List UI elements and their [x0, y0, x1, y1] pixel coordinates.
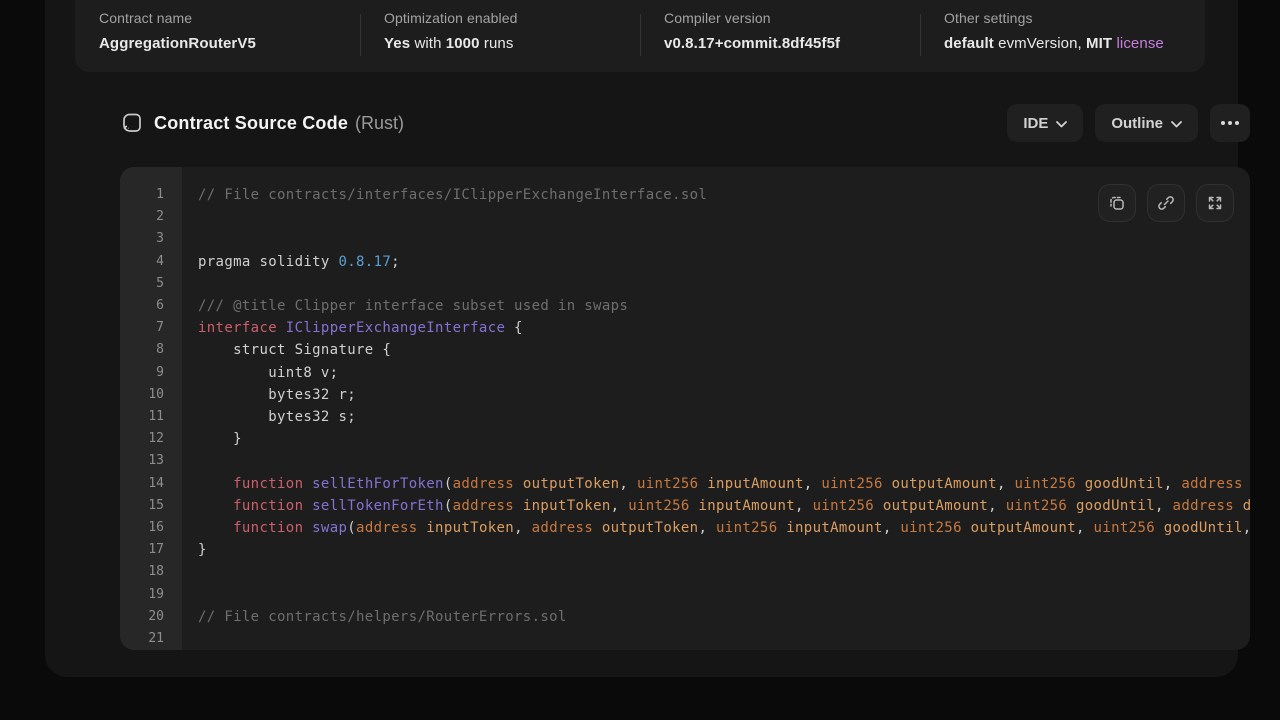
line-number: 13: [120, 450, 164, 472]
line-number: 19: [120, 584, 164, 606]
line-number: 11: [120, 406, 164, 428]
outline-button-label: Outline: [1111, 115, 1163, 132]
contract-meta-card: Contract name AggregationRouterV5 Optimi…: [75, 0, 1205, 72]
section-title: Contract Source Code: [154, 113, 348, 134]
code-line: interface IClipperExchangeInterface {: [198, 317, 1250, 339]
line-number: 3: [120, 228, 164, 250]
code-line: [198, 628, 1250, 650]
meta-other-settings: Other settings default evmVersion, MIT l…: [920, 0, 1205, 72]
code-line: function sellEthForToken(address outputT…: [198, 473, 1250, 495]
line-number: 21: [120, 628, 164, 650]
code-line: // File contracts/interfaces/IClipperExc…: [198, 184, 1250, 206]
code-line: [198, 206, 1250, 228]
line-number: 12: [120, 428, 164, 450]
code-line: pragma solidity 0.8.17;: [198, 251, 1250, 273]
code-actions: [1098, 184, 1234, 222]
line-number: 15: [120, 495, 164, 517]
meta-optimization: Optimization enabled Yes with 1000 runs: [360, 0, 640, 72]
code-gutter: 123456789101112131415161718192021: [120, 167, 182, 650]
code-lines: // File contracts/interfaces/IClipperExc…: [182, 167, 1250, 650]
meta-label: Other settings: [944, 10, 1195, 26]
line-number: 2: [120, 206, 164, 228]
meta-label: Optimization enabled: [384, 10, 630, 26]
section-actions: IDE Outline: [1007, 104, 1250, 142]
line-number: 18: [120, 561, 164, 583]
line-number: 5: [120, 273, 164, 295]
permalink-button[interactable]: [1147, 184, 1185, 222]
code-line: struct Signature {: [198, 339, 1250, 361]
code-line: [198, 561, 1250, 583]
line-number: 20: [120, 606, 164, 628]
code-line: bytes32 s;: [198, 406, 1250, 428]
chevron-down-icon: [1171, 121, 1182, 128]
license-link[interactable]: license: [1116, 35, 1163, 52]
code-line: [198, 228, 1250, 250]
line-number: 4: [120, 251, 164, 273]
code-line: // File contracts/helpers/RouterErrors.s…: [198, 606, 1250, 628]
line-number: 16: [120, 517, 164, 539]
code-line: [198, 450, 1250, 472]
meta-value: v0.8.17+commit.8df45f5f: [664, 35, 910, 52]
copy-code-button[interactable]: [1098, 184, 1136, 222]
code-line: }: [198, 539, 1250, 561]
line-number: 9: [120, 362, 164, 384]
code-line: function swap(address inputToken, addres…: [198, 517, 1250, 539]
chevron-down-icon: [1056, 121, 1067, 128]
code-line: [198, 584, 1250, 606]
ide-button-label: IDE: [1023, 115, 1048, 132]
section-header: Contract Source Code (Rust) IDE Outline: [120, 103, 1250, 143]
line-number: 14: [120, 473, 164, 495]
meta-compiler-version: Compiler version v0.8.17+commit.8df45f5f: [640, 0, 920, 72]
section-language-tag: (Rust): [355, 113, 404, 134]
line-number: 10: [120, 384, 164, 406]
line-number: 6: [120, 295, 164, 317]
line-number: 17: [120, 539, 164, 561]
ide-button[interactable]: IDE: [1007, 104, 1083, 142]
meta-contract-name: Contract name AggregationRouterV5: [75, 0, 360, 72]
code-line: }: [198, 428, 1250, 450]
code-line: function sellTokenForEth(address inputTo…: [198, 495, 1250, 517]
line-number: 8: [120, 339, 164, 361]
code-line: bytes32 r;: [198, 384, 1250, 406]
meta-value: AggregationRouterV5: [99, 35, 350, 52]
code-line: uint8 v;: [198, 362, 1250, 384]
source-code-viewer: 123456789101112131415161718192021 // Fil…: [120, 167, 1250, 650]
code-line: [198, 273, 1250, 295]
fullscreen-button[interactable]: [1196, 184, 1234, 222]
meta-value: default evmVersion, MIT license: [944, 35, 1195, 52]
meta-label: Contract name: [99, 10, 350, 26]
contract-file-icon: [120, 111, 144, 135]
outline-button[interactable]: Outline: [1095, 104, 1198, 142]
meta-label: Compiler version: [664, 10, 910, 26]
contract-code-section-card: Contract name AggregationRouterV5 Optimi…: [45, 0, 1238, 677]
line-number: 7: [120, 317, 164, 339]
code-line: /// @title Clipper interface subset used…: [198, 295, 1250, 317]
ellipsis-icon: [1221, 121, 1225, 125]
more-options-button[interactable]: [1210, 104, 1250, 142]
line-number: 1: [120, 184, 164, 206]
meta-value: Yes with 1000 runs: [384, 35, 630, 52]
